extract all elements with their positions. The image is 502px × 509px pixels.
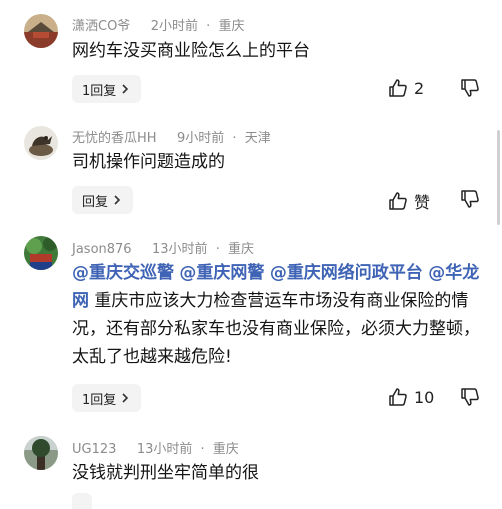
reply-button[interactable]: 回复: [72, 186, 134, 214]
avatar[interactable]: [24, 126, 58, 160]
mention-link[interactable]: @重庆网警: [179, 263, 264, 283]
comment-text: 没钱就判刑坐牢简单的很: [72, 463, 259, 483]
avatar[interactable]: [24, 14, 58, 48]
like-label: 赞: [414, 193, 431, 212]
comment-text: @重庆交巡警 @重庆网警 @重庆网络问政平台 @华龙网 重庆市应该大力检查营运车…: [72, 259, 482, 371]
thumbs-down-icon: [461, 190, 479, 208]
reply-button[interactable]: [72, 493, 92, 509]
reply-label: 1回复: [82, 83, 117, 99]
timestamp: 2小时前: [150, 19, 199, 34]
location: 天津: [244, 131, 271, 146]
like-button[interactable]: 10: [388, 387, 434, 407]
scrollbar[interactable]: [497, 130, 500, 225]
thumbs-up-icon: [389, 388, 407, 406]
timestamp: 13小时前: [136, 442, 193, 457]
mention-link[interactable]: @重庆交巡警: [72, 263, 174, 283]
reply-label: 1回复: [82, 392, 117, 408]
thumbs-down-icon: [461, 79, 479, 97]
chevron-right-icon: [122, 393, 129, 403]
comment-text: 网约车没买商业险怎么上的平台: [72, 41, 310, 61]
thumbs-up-icon: [389, 192, 407, 210]
comment-text: 司机操作问题造成的: [72, 152, 225, 172]
dislike-button[interactable]: [460, 78, 480, 102]
chevron-right-icon: [122, 84, 129, 94]
comment-meta: Jason876 13小时前 · 重庆: [72, 238, 254, 257]
comment-body-text: 重庆市应该大力检查营运车市场没有商业保险的情况，还有部分私家车也没有商业保险，必…: [72, 291, 480, 367]
separator: ·: [206, 19, 211, 34]
separator: ·: [215, 242, 220, 257]
replies-button[interactable]: 1回复: [72, 75, 142, 103]
replies-button[interactable]: 1回复: [72, 384, 142, 412]
username[interactable]: 无忧的香瓜HH: [72, 131, 157, 146]
like-button[interactable]: 2: [388, 78, 424, 98]
location: 重庆: [227, 242, 254, 257]
avatar[interactable]: [24, 236, 58, 270]
separator: ·: [232, 131, 237, 146]
separator: [138, 19, 142, 34]
location: 重庆: [218, 19, 245, 34]
comment-meta: 无忧的香瓜HH 9小时前 · 天津: [72, 127, 271, 146]
separator: ·: [200, 442, 205, 457]
comment-meta: 潇洒CO爷 2小时前 · 重庆: [72, 15, 244, 34]
username[interactable]: 潇洒CO爷: [72, 19, 130, 34]
separator: [125, 442, 129, 457]
location: 重庆: [212, 442, 239, 457]
separator: [165, 131, 169, 146]
username[interactable]: UG123: [72, 442, 116, 457]
chevron-right-icon: [114, 195, 121, 205]
avatar[interactable]: [24, 436, 58, 470]
like-button[interactable]: 赞: [388, 189, 430, 213]
like-count: 2: [414, 78, 425, 98]
username[interactable]: Jason876: [72, 242, 132, 257]
dislike-button[interactable]: [460, 387, 480, 411]
mention-link[interactable]: @重庆网络问政平台: [270, 263, 423, 283]
comment-meta: UG123 13小时前 · 重庆: [72, 438, 239, 457]
reply-label: 回复: [82, 194, 109, 210]
thumbs-down-icon: [461, 388, 479, 406]
thumbs-up-icon: [389, 79, 407, 97]
like-count: 10: [414, 387, 435, 407]
timestamp: 13小时前: [152, 242, 208, 257]
timestamp: 9小时前: [176, 131, 225, 146]
separator: [140, 242, 144, 257]
dislike-button[interactable]: [460, 189, 480, 213]
